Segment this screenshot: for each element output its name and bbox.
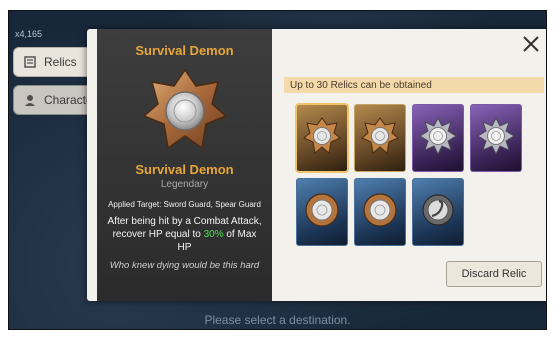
survival-demon-emblem-icon: [140, 66, 230, 156]
bronze-star-emblem-icon: [360, 116, 400, 161]
relic-dialog: Survival Demon Survival Demon Legendary …: [87, 29, 546, 301]
relic-card[interactable]: [354, 178, 406, 246]
bronze-round-emblem-icon: [302, 190, 342, 235]
applied-target: Applied Target: Sword Guard, Spear Guard: [108, 200, 261, 209]
relic-card[interactable]: [296, 178, 348, 246]
relic-detail-panel: Survival Demon Survival Demon Legendary …: [97, 29, 272, 301]
relic-card[interactable]: [412, 178, 464, 246]
bronze-round-emblem-icon: [360, 190, 400, 235]
relic-icon: [22, 54, 38, 70]
close-button[interactable]: [520, 35, 542, 57]
relic-card[interactable]: [470, 104, 522, 172]
relic-description: After being hit by a Combat Attack, reco…: [105, 215, 264, 254]
map-coordinates: x4,165: [15, 29, 43, 39]
relic-name: Survival Demon: [135, 162, 234, 177]
relic-flavor-text: Who knew dying would be this hard: [109, 260, 260, 271]
tab-relics-label: Relics: [44, 55, 77, 69]
relic-detail-title: Survival Demon: [135, 43, 234, 58]
silver-hook-emblem-icon: [418, 190, 458, 235]
discard-relic-button[interactable]: Discard Relic: [446, 261, 542, 287]
relic-grid: [295, 103, 541, 246]
silver-star-emblem-icon: [476, 116, 516, 161]
description-percent: 30%: [203, 229, 224, 240]
game-screen: x4,165 Relics Character Please select a …: [8, 10, 547, 330]
relic-card[interactable]: [412, 104, 464, 172]
bronze-star-emblem-icon: [302, 116, 342, 161]
relic-card[interactable]: [295, 103, 349, 173]
character-icon: [22, 92, 38, 108]
close-icon: [522, 35, 540, 58]
relic-grade: Legendary: [160, 179, 209, 190]
relic-card[interactable]: [354, 104, 406, 172]
destination-hint: Please select a destination.: [204, 313, 351, 327]
silver-star-emblem-icon: [418, 116, 458, 161]
relic-limit-notice: Up to 30 Relics can be obtained: [284, 77, 544, 93]
